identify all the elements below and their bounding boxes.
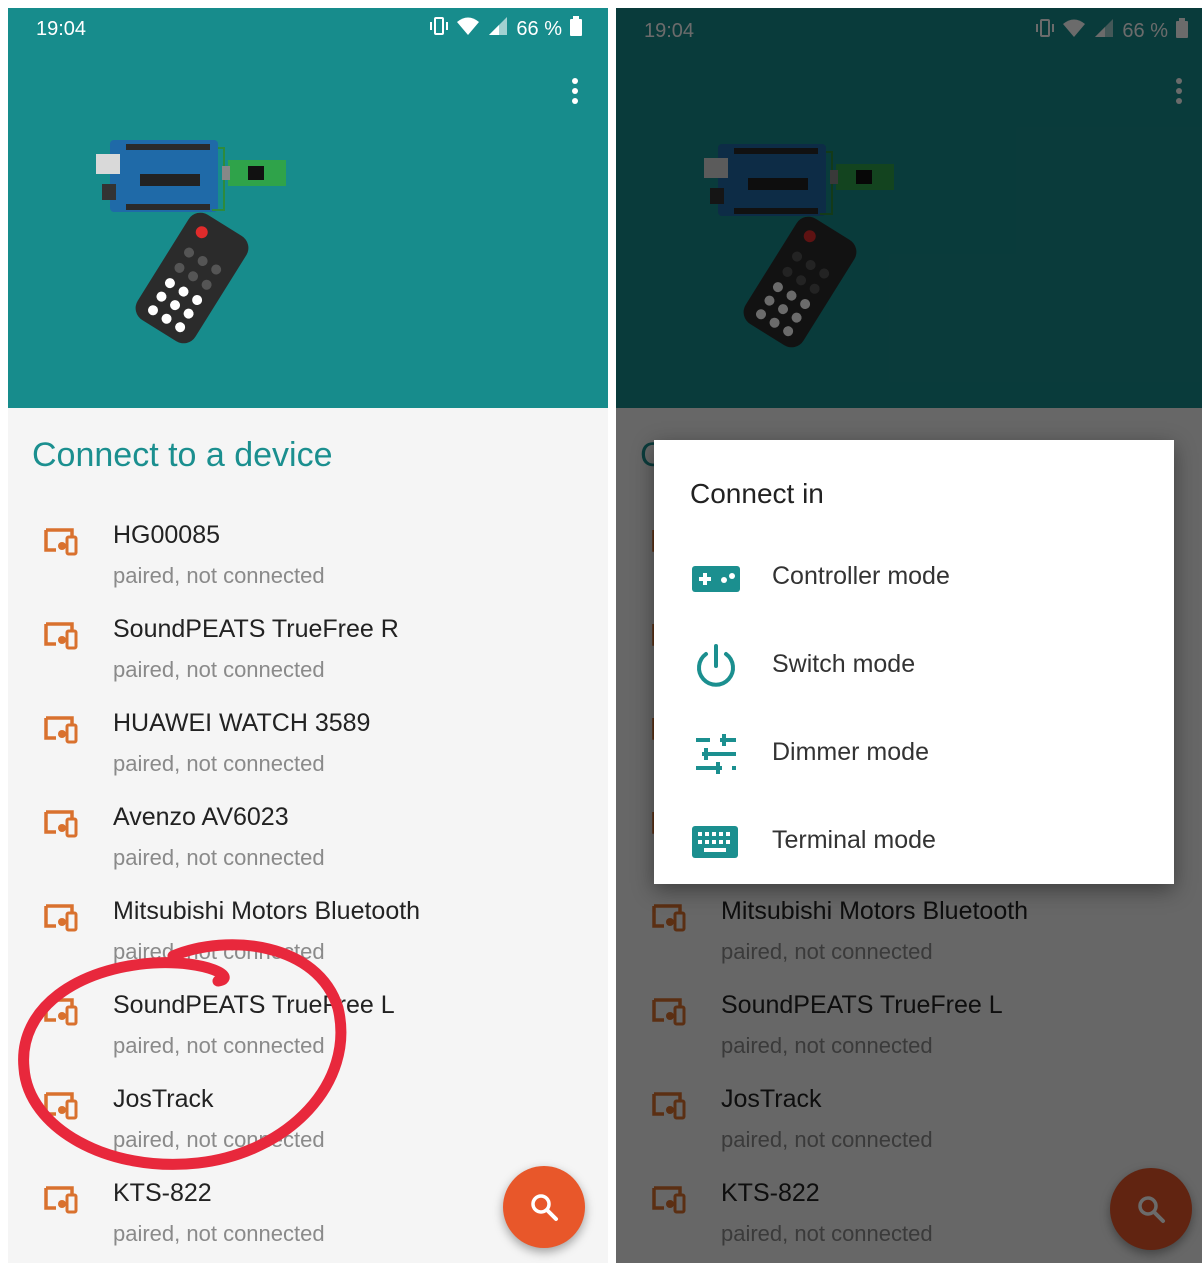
- bluetooth-devices-icon: [42, 1185, 78, 1215]
- device-name: HUAWEI WATCH 3589: [113, 709, 371, 737]
- device-name: Avenzo AV6023: [113, 803, 289, 831]
- device-name: JosTrack: [113, 1085, 214, 1113]
- device-status: paired, not connected: [113, 939, 325, 964]
- device-item[interactable]: HG00085 paired, not connected: [8, 513, 608, 607]
- power-icon: [690, 644, 742, 688]
- connect-dialog-screen: 19:04 66 %: [616, 8, 1202, 1263]
- battery-icon: [570, 16, 582, 42]
- device-name: SoundPEATS TrueFree L: [113, 991, 395, 1019]
- device-status: paired, not connected: [113, 657, 325, 682]
- section-title: Connect to a device: [32, 436, 333, 474]
- terminal-mode-option[interactable]: Terminal mode: [654, 802, 1174, 882]
- device-status: paired, not connected: [113, 1221, 325, 1246]
- option-label: Controller mode: [772, 562, 950, 590]
- status-icons: 66 %: [430, 16, 582, 42]
- wifi-icon: [456, 16, 480, 42]
- dimmer-mode-option[interactable]: Dimmer mode: [654, 714, 1174, 794]
- device-item[interactable]: Mitsubishi Motors Bluetooth paired, not …: [8, 889, 608, 983]
- device-status: paired, not connected: [113, 751, 325, 776]
- device-status: paired, not connected: [113, 845, 325, 870]
- battery-text: 66 %: [516, 17, 562, 40]
- overflow-menu-icon[interactable]: [572, 78, 580, 108]
- device-status: paired, not connected: [113, 563, 325, 588]
- bluetooth-devices-icon: [42, 527, 78, 557]
- status-time: 19:04: [36, 18, 87, 40]
- search-fab-button[interactable]: [503, 1166, 585, 1248]
- device-name: KTS-822: [113, 1179, 212, 1207]
- bluetooth-devices-icon: [42, 903, 78, 933]
- option-label: Terminal mode: [772, 826, 936, 854]
- device-list-screen: 19:04 66 % Connect to a device HG00085 p…: [8, 8, 608, 1263]
- keyboard-icon: [690, 820, 742, 864]
- bluetooth-devices-icon: [42, 1091, 78, 1121]
- search-icon: [531, 1194, 558, 1221]
- device-name: Mitsubishi Motors Bluetooth: [113, 897, 421, 925]
- vibrate-icon: [430, 16, 449, 42]
- gamepad-icon: [690, 556, 742, 600]
- device-status: paired, not connected: [113, 1127, 325, 1152]
- option-label: Switch mode: [772, 650, 916, 678]
- device-status: paired, not connected: [113, 1033, 325, 1058]
- device-name: SoundPEATS TrueFree R: [113, 615, 399, 643]
- device-list: HG00085 paired, not connected SoundPEATS…: [8, 513, 608, 1263]
- device-item[interactable]: HUAWEI WATCH 3589 paired, not connected: [8, 701, 608, 795]
- device-item[interactable]: JosTrack paired, not connected: [8, 1077, 608, 1171]
- dialog-title: Connect in: [690, 478, 824, 509]
- bluetooth-devices-icon: [42, 997, 78, 1027]
- app-header: 19:04 66 %: [8, 8, 608, 408]
- device-item[interactable]: SoundPEATS TrueFree R paired, not connec…: [8, 607, 608, 701]
- status-bar: 19:04 66 %: [8, 8, 608, 52]
- connect-in-dialog: Connect in Controller mode Switch mode D…: [654, 440, 1174, 884]
- controller-mode-option[interactable]: Controller mode: [654, 538, 1174, 618]
- bluetooth-devices-icon: [42, 809, 78, 839]
- bluetooth-devices-icon: [42, 621, 78, 651]
- device-item[interactable]: Avenzo AV6023 paired, not connected: [8, 795, 608, 889]
- option-label: Dimmer mode: [772, 738, 929, 766]
- device-item[interactable]: SoundPEATS TrueFree L paired, not connec…: [8, 983, 608, 1077]
- arduino-illustration: [96, 128, 296, 353]
- tune-sliders-icon: [690, 732, 742, 776]
- device-name: HG00085: [113, 521, 221, 549]
- signal-icon: [488, 16, 508, 42]
- bluetooth-devices-icon: [42, 715, 78, 745]
- switch-mode-option[interactable]: Switch mode: [654, 626, 1174, 706]
